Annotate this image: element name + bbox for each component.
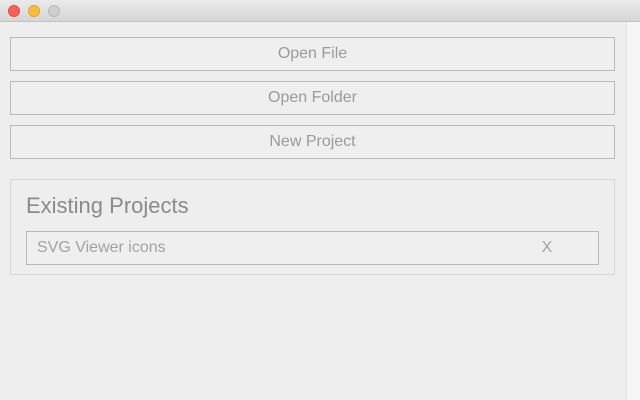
main-content: Open File Open Folder New Project Existi… bbox=[0, 22, 626, 400]
remove-project-button[interactable]: X bbox=[532, 232, 562, 264]
existing-projects-panel: Existing Projects SVG Viewer icons X bbox=[10, 179, 615, 275]
project-list-item[interactable]: SVG Viewer icons X bbox=[26, 231, 599, 265]
vertical-scrollbar[interactable] bbox=[626, 22, 640, 400]
project-name[interactable]: SVG Viewer icons bbox=[37, 232, 166, 264]
new-project-button[interactable]: New Project bbox=[10, 125, 615, 159]
app-window: Open File Open Folder New Project Existi… bbox=[0, 0, 640, 400]
open-folder-button[interactable]: Open Folder bbox=[10, 81, 615, 115]
close-window-icon[interactable] bbox=[8, 5, 20, 17]
zoom-window-icon[interactable] bbox=[48, 5, 60, 17]
minimize-window-icon[interactable] bbox=[28, 5, 40, 17]
open-file-button[interactable]: Open File bbox=[10, 37, 615, 71]
existing-projects-heading: Existing Projects bbox=[26, 193, 189, 218]
title-bar[interactable] bbox=[0, 0, 640, 22]
